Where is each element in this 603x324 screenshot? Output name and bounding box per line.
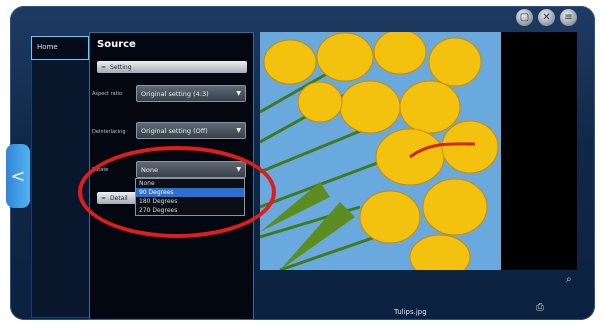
deinterlacing-value: Original setting (Off)	[141, 126, 208, 135]
panel-title: Source	[97, 39, 136, 50]
preview-black-area	[501, 32, 577, 270]
menu-icon[interactable]: ≡	[560, 9, 577, 26]
tulips-photo	[260, 32, 501, 270]
setting-section-header[interactable]: ≈ Setting	[97, 61, 247, 73]
left-rail	[31, 36, 90, 318]
tulips-image-icon	[260, 32, 501, 270]
preview-footer: Tulips.jpg ⌕ ⎙	[254, 270, 579, 320]
annotation-circle	[78, 146, 276, 238]
setting-section-label: Setting	[110, 63, 132, 71]
tab-home[interactable]: Home	[31, 36, 89, 60]
deinterlacing-label: Deinterlacing	[92, 129, 126, 135]
chevron-down-icon: ▼	[236, 127, 241, 134]
document-icon[interactable]: ▢	[516, 9, 533, 26]
file-name: Tulips.jpg	[394, 308, 427, 316]
aspect-ratio-value: Original setting (4:3)	[141, 89, 209, 98]
aspect-ratio-label: Aspect ratio	[92, 91, 123, 97]
chevron-down-icon: ▼	[236, 90, 241, 97]
deinterlacing-select[interactable]: Original setting (Off) ▼	[136, 122, 246, 139]
collapse-icon: ≈	[101, 63, 107, 71]
back-arrow-icon[interactable]: <	[6, 144, 30, 208]
export-icon[interactable]: ⎙	[536, 302, 544, 313]
close-icon[interactable]: ✕	[538, 9, 555, 26]
search-icon[interactable]: ⌕	[566, 274, 572, 285]
aspect-ratio-select[interactable]: Original setting (4:3) ▼	[136, 85, 246, 102]
window-controls: ▢ ✕ ≡	[516, 9, 577, 26]
